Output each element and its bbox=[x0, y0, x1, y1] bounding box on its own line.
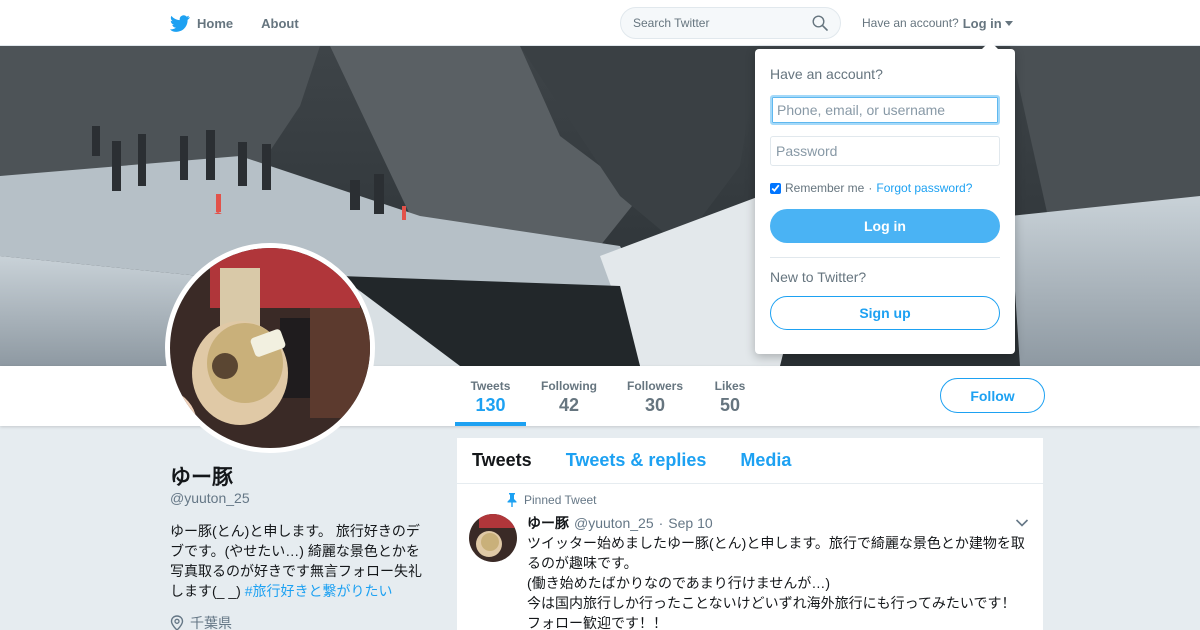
stat-tweets-value: 130 bbox=[475, 395, 506, 415]
search-icon[interactable] bbox=[812, 15, 828, 31]
stat-likes-value: 50 bbox=[719, 395, 741, 415]
stat-followers-label: Followers bbox=[626, 379, 683, 393]
remember-row: Remember me · Forgot password? bbox=[770, 181, 1000, 195]
stat-likes-label: Likes bbox=[714, 379, 746, 393]
remember-separator: · bbox=[868, 181, 873, 195]
tweet-header: ゆー豚 @yuuton_25 · Sep 10 bbox=[527, 513, 1029, 533]
bio-hashtag-link[interactable]: #旅行好きと繋がりたい bbox=[245, 583, 393, 599]
dropdown-divider bbox=[770, 257, 1000, 258]
login-link-label: Log in bbox=[962, 15, 1002, 31]
tweet-avatar-photo bbox=[469, 514, 517, 562]
pin-icon bbox=[507, 493, 517, 507]
pinned-label: Pinned Tweet bbox=[524, 493, 597, 507]
login-dropdown: Have an account? Remember me · Forgot pa… bbox=[755, 41, 1015, 354]
profile-location-text: 千葉県 bbox=[190, 615, 232, 630]
stat-tweets-label: Tweets bbox=[470, 379, 511, 393]
tweet-author-name[interactable]: ゆー豚 bbox=[527, 513, 569, 533]
dropdown-arrow bbox=[981, 41, 999, 50]
login-dropdown-toggle[interactable]: Log in bbox=[963, 16, 1013, 31]
twitter-bird-icon bbox=[170, 14, 190, 32]
top-navigation: Home About Have an account? Log in bbox=[0, 0, 1200, 46]
tweet-text: ツイッター始めましたゆー豚(とん)と申します。旅行で綺麗な景色とか建物を取るのが… bbox=[527, 533, 1029, 630]
new-to-twitter-text: New to Twitter? bbox=[770, 269, 867, 285]
profile-handle[interactable]: @yuuton_25 bbox=[170, 490, 250, 506]
profile-avatar[interactable] bbox=[165, 243, 375, 453]
profile-bio: ゆー豚(とん)と申します。 旅行好きのデブです。(やせたい…) 綺麗な景色とかを… bbox=[170, 521, 430, 601]
have-account-text: Have an account? bbox=[862, 16, 959, 30]
location-pin-icon bbox=[170, 615, 184, 630]
tweet-avatar[interactable] bbox=[469, 514, 517, 562]
stat-following[interactable]: Following 42 bbox=[537, 366, 601, 426]
timeline: Tweets Tweets & replies Media Pinned Twe… bbox=[456, 437, 1044, 630]
tweet-line: ツイッター始めましたゆー豚(とん)と申します。旅行で綺麗な景色とか建物を取るのが… bbox=[527, 535, 1025, 571]
remember-me-checkbox[interactable] bbox=[770, 182, 781, 194]
chevron-down-icon[interactable] bbox=[1015, 518, 1029, 528]
avatar-photo bbox=[170, 248, 370, 448]
timeline-tabs: Tweets Tweets & replies Media bbox=[457, 438, 1043, 484]
password-field[interactable] bbox=[770, 136, 1000, 166]
tab-tweets-replies[interactable]: Tweets & replies bbox=[566, 450, 707, 471]
nav-account: Have an account? Log in bbox=[862, 0, 1013, 46]
stat-followers[interactable]: Followers 30 bbox=[623, 366, 687, 426]
tweet-dot: · bbox=[658, 515, 664, 531]
profile-location: 千葉県 bbox=[170, 613, 232, 630]
dropdown-title: Have an account? bbox=[770, 66, 883, 82]
search-input[interactable] bbox=[633, 16, 803, 30]
tab-tweets[interactable]: Tweets bbox=[472, 450, 532, 471]
nav-about[interactable]: About bbox=[261, 16, 299, 31]
username-field[interactable] bbox=[770, 95, 1000, 125]
forgot-password-link[interactable]: Forgot password? bbox=[876, 181, 972, 195]
tweet-line: フォロー歓迎です！！ bbox=[527, 615, 667, 630]
stat-followers-value: 30 bbox=[644, 395, 666, 415]
profile-name: ゆー豚 bbox=[170, 466, 233, 489]
signup-button[interactable]: Sign up bbox=[770, 296, 1000, 330]
caret-down-icon bbox=[1004, 20, 1013, 26]
nav-home-label: Home bbox=[197, 15, 234, 31]
pinned-label-row: Pinned Tweet bbox=[506, 492, 1029, 508]
pinned-tweet[interactable]: Pinned Tweet ゆー豚 @yuuton_25 · Sep 10 ツイッ… bbox=[457, 484, 1043, 630]
tweet-line: (働き始めたばかりなのであまり行けませんが…) bbox=[527, 575, 831, 591]
nav-home[interactable]: Home bbox=[170, 14, 234, 32]
tab-media[interactable]: Media bbox=[740, 450, 791, 471]
tweet-author-handle[interactable]: @yuuton_25 bbox=[574, 515, 654, 531]
nav-about-label: About bbox=[261, 15, 299, 31]
stat-following-value: 42 bbox=[558, 395, 580, 415]
stat-following-label: Following bbox=[541, 379, 597, 393]
stat-tweets[interactable]: Tweets 130 bbox=[455, 366, 526, 426]
login-button[interactable]: Log in bbox=[770, 209, 1000, 243]
remember-me-label[interactable]: Remember me bbox=[785, 181, 864, 195]
tweet-line: 今は国内旅行しか行ったことないけどいずれ海外旅行にも行ってみたいです！ bbox=[527, 595, 1016, 611]
stat-likes[interactable]: Likes 50 bbox=[709, 366, 751, 426]
search-box bbox=[620, 7, 841, 39]
nav-left: Home About bbox=[170, 0, 299, 46]
follow-button[interactable]: Follow bbox=[940, 378, 1045, 413]
tweet-timestamp[interactable]: Sep 10 bbox=[668, 515, 712, 531]
